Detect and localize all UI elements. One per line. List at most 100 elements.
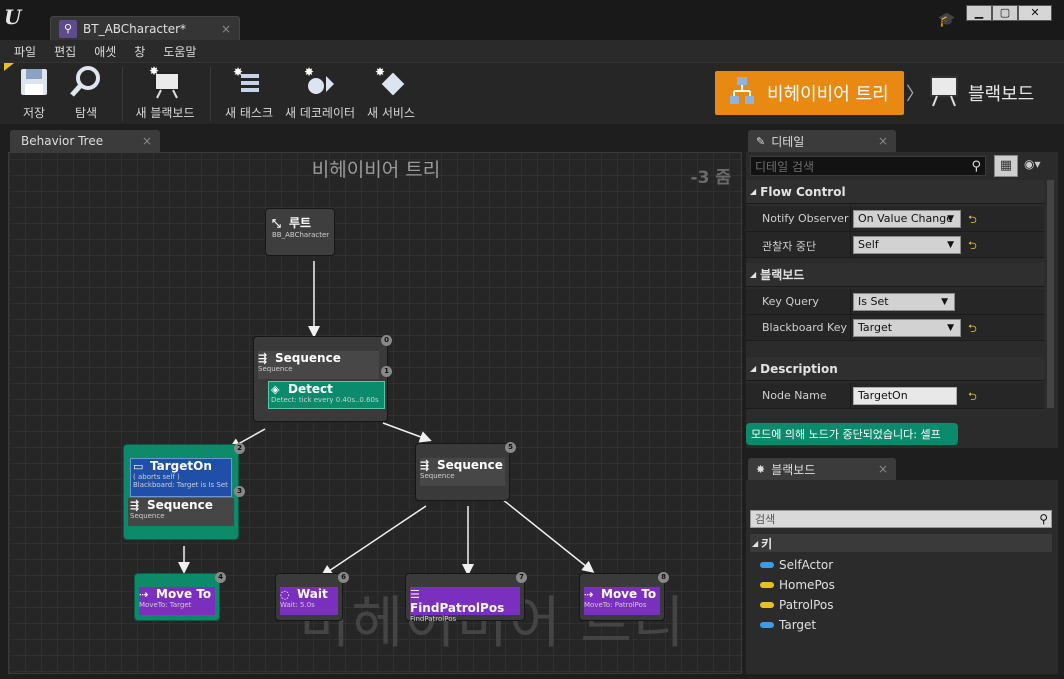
vector-key-icon [760,582,774,588]
sequence-icon: ⇶ [420,459,430,472]
notify-observer-dropdown[interactable]: On Value Change ▼ [853,210,961,228]
new-blackboard-button[interactable]: ✸ 새 블랙보드 [132,63,198,125]
wait-task[interactable]: ◌ Wait Wait: 5.0s 6 [275,572,349,621]
toolbar-separator [210,67,211,121]
blackboard-icon: ✸ [756,462,766,476]
edge-sequence-right [382,422,432,443]
find-patrol-pos-task[interactable]: ☰FindPatrolPos FindPatrolPos 7 [405,572,527,623]
chevron-right-icon: 〉 [906,84,924,105]
menu-help[interactable]: 도움말 [163,43,196,60]
dropdown-caret-icon: ▼ [947,323,954,333]
save-button[interactable]: 저장 [14,63,54,125]
find-title: FindPatrolPos [410,601,505,615]
browse-label: 탐색 [74,106,98,120]
behavior-tree-graph[interactable]: 비헤이비어 트리 -3 줌 비헤이비어 트리 ⤡ 루트 BB_ABCharacte… [8,152,742,674]
abort-status-notice: 모드에 의해 노드가 중단되었습니다: 셀프 [746,423,958,445]
document-tab[interactable]: ⚲ BT_ABCharacter* × [50,16,240,40]
blackboard-key-name: PatrolPos [779,598,834,612]
new-decorator-button[interactable]: ✸ 새 데코레이터 [282,63,358,125]
move-to-target-task[interactable]: ⇢ Move To MoveTo: Target 4 [134,572,226,621]
behavior-tree-asset-icon: ⚲ [59,19,77,38]
blackboard-keys-group[interactable]: ◢ 키 [750,534,1052,552]
move-left-title: Move To [156,587,212,601]
execution-order-badge: 5 [505,442,516,453]
blackboard-search-input[interactable]: 검색 ⚲ [750,510,1052,528]
tab-details[interactable]: ✎ 디테일 × [748,130,896,152]
behavior-tree-mode-button[interactable]: 비헤이비어 트리 [715,71,904,115]
tab-behavior-tree-label: Behavior Tree [21,134,104,148]
close-icon[interactable]: × [878,134,888,148]
detect-service-subtitle: Detect: tick every 0.40s..0.60s [271,396,379,404]
reset-arrow-icon[interactable]: ⮌ [968,211,977,230]
root-node-title: 루트 [289,216,312,230]
blackboard-key-item[interactable]: HomePos [760,576,835,594]
dropdown-caret-icon: ▼ [947,240,954,250]
observer-aborts-dropdown[interactable]: Self ▼ [853,236,961,254]
find-subtitle: FindPatrolPos [410,615,457,623]
edge-right-move [501,498,595,573]
object-key-icon [760,562,774,568]
group-blackboard[interactable]: ◢ 블랙보드 [746,263,1044,287]
reset-arrow-icon[interactable]: ⮌ [968,320,977,339]
target-on-decorator[interactable]: ▭ TargetOn ( aborts self ) Blackboard: Ta… [130,458,232,497]
detect-service[interactable]: ◈ Detect Detect: tick every 0.40s..0.60s [268,381,385,409]
sequence-left-subtitle: Sequence [130,512,165,520]
close-icon[interactable]: × [878,462,888,476]
execution-order-badge: 0 [381,335,392,346]
node-name-input[interactable]: TargetOn [853,387,957,405]
root-node[interactable]: ⤡ 루트 BB_ABCharacter [265,208,335,256]
menu-window[interactable]: 창 [134,43,145,60]
property-divider [850,206,851,231]
execution-order-badge: 2 [234,443,245,454]
menu-file[interactable]: 파일 [14,43,36,60]
blackboard-key-dropdown[interactable]: Target ▼ [853,319,961,337]
tab-blackboard[interactable]: ✸ 블랙보드 × [748,458,896,480]
save-label: 저장 [22,106,46,120]
sequence-main-title: Sequence [275,351,341,365]
execution-order-badge: 8 [658,572,669,583]
graduation-cap-icon[interactable]: 🎓 [938,12,955,28]
blackboard-key-item[interactable]: PatrolPos [760,596,834,614]
new-service-button[interactable]: ✸ 새 서비스 [364,63,418,125]
search-icon: ⚲ [1039,512,1048,526]
details-search-input[interactable]: 디테일 검색 ⚲ [750,156,986,176]
behavior-tree-mode-label: 비헤이비어 트리 [767,84,889,105]
tree-hierarchy-icon [729,76,755,111]
group-flow-control[interactable]: ◢ Flow Control [746,180,1044,204]
collapse-arrow-icon: ◢ [750,187,757,196]
new-task-button[interactable]: ✸ 새 태스크 [222,63,276,125]
menu-edit[interactable]: 편집 [54,43,76,60]
move-to-patrol-task[interactable]: ⇢ Move To MoveTo: PatrolPos 8 [579,572,669,621]
tab-behavior-tree[interactable]: Behavior Tree × [10,130,160,152]
details-icon: ✎ [756,134,766,148]
view-options-button[interactable]: ◉▾ [1024,157,1041,171]
blackboard-key-name: Target [779,618,817,632]
detect-service-title: Detect [288,382,333,396]
document-tab-label: BT_ABCharacter* [83,21,187,36]
close-window-button[interactable]: ✕ [1018,5,1052,21]
property-matrix-button[interactable]: ▦ [994,155,1018,177]
minimize-button[interactable]: ▁ [966,5,992,21]
reset-arrow-icon[interactable]: ⮌ [968,388,977,407]
reset-arrow-icon[interactable]: ⮌ [968,237,977,256]
close-icon[interactable]: × [221,22,231,36]
svg-text:✸: ✸ [304,65,314,79]
blackboard-key-item[interactable]: Target [760,616,816,634]
menu-asset[interactable]: 애셋 [94,43,116,60]
details-scrollbar[interactable] [1044,180,1054,408]
group-description[interactable]: ◢ Description [746,357,1044,381]
collapse-arrow-icon: ◢ [752,538,759,548]
property-divider [850,232,851,257]
sequence-node-main[interactable]: ⇶ Sequence Sequence ◈ Detect Detect: tick … [253,335,392,422]
browse-button[interactable]: 탐색 [64,63,108,125]
blackboard-key-item[interactable]: SelfActor [760,556,833,574]
maximize-button[interactable]: ▢ [992,5,1018,21]
blackboard-mode-button[interactable]: 블랙보드 [928,71,1058,115]
blackboard-key-name: SelfActor [779,558,834,572]
key-query-dropdown[interactable]: Is Set ▼ [853,293,955,311]
close-icon[interactable]: × [142,134,152,148]
property-row-notify-observer: Notify Observer On Value Change ▼ ⮌ [746,206,1044,232]
sequence-node-left[interactable]: ▭ TargetOn ( aborts self ) Blackboard: Ta… [123,443,245,540]
collapse-arrow-icon: ◢ [750,364,757,373]
sequence-node-right[interactable]: ⇶ Sequence Sequence 5 [415,442,516,501]
